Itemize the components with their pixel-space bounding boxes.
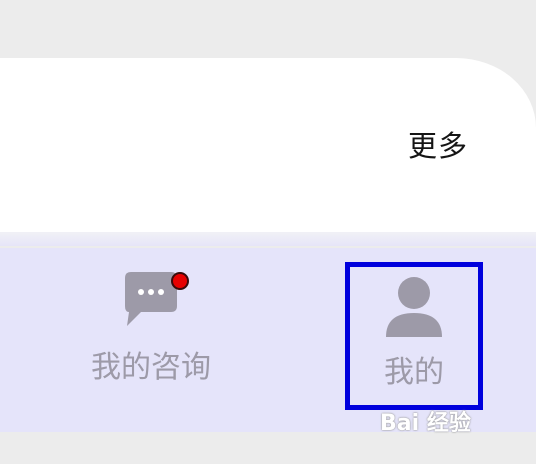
tab-mine[interactable]: 我的	[345, 262, 483, 410]
person-icon	[382, 273, 446, 339]
tab-label: 我的	[384, 355, 444, 390]
tab-my-consultation[interactable]: 我的咨询	[76, 268, 226, 388]
more-link[interactable]: 更多	[408, 126, 468, 166]
chat-bubble-icon	[119, 268, 189, 332]
notification-dot-icon	[171, 272, 189, 290]
panel-divider	[0, 232, 536, 246]
watermark: Bai 经验	[380, 411, 471, 436]
tab-label: 我的咨询	[91, 350, 211, 385]
